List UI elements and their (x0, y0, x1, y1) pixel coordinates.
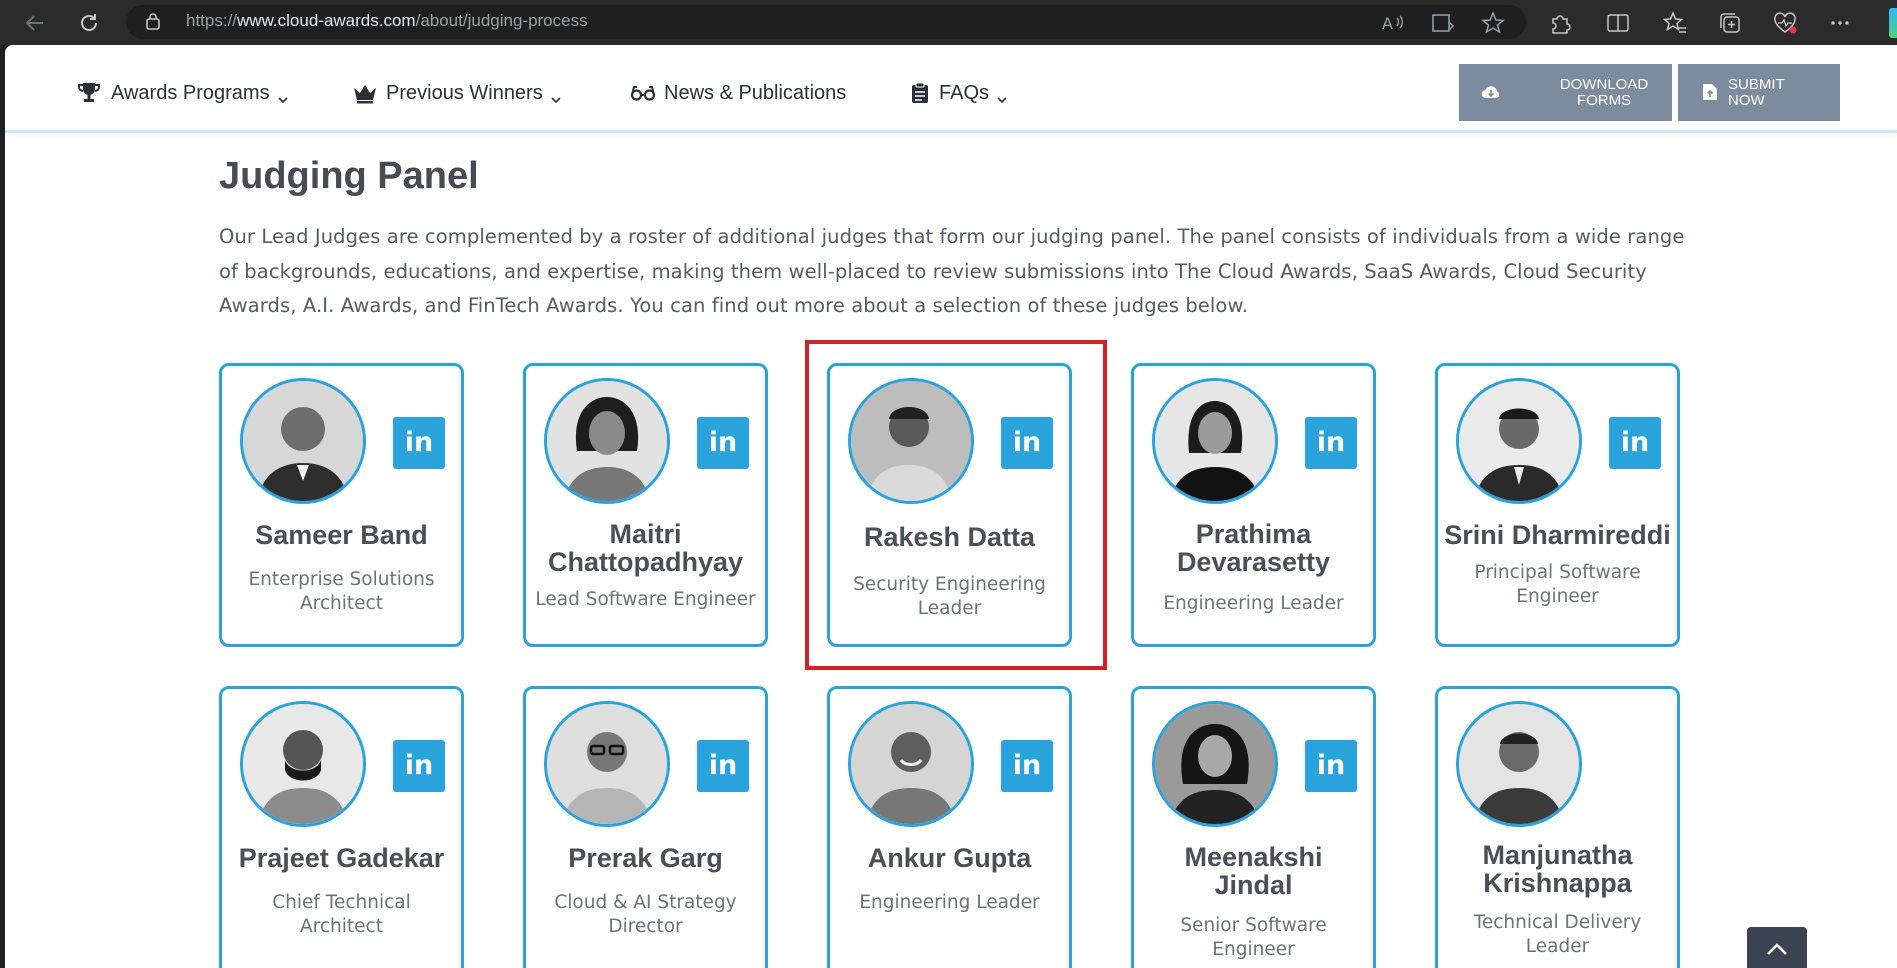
reload-icon[interactable] (75, 9, 103, 37)
judge-name: Prathima Devarasetty (1176, 519, 1331, 577)
url-text[interactable]: https://www.cloud-awards.com/about/judgi… (186, 11, 588, 31)
linkedin-icon[interactable]: in (393, 417, 445, 469)
judge-role: Enterprise Solutions Architect (248, 569, 435, 614)
download-label-2: FORMS (1576, 91, 1632, 109)
linkedin-icon[interactable]: in (1001, 740, 1053, 792)
judge-name: Ankur Gupta (867, 843, 1032, 873)
judge-card: in Meenakshi Jindal Senior Software Engine… (1131, 686, 1376, 968)
linkedin-icon[interactable]: in (697, 740, 749, 792)
judge-role: Technical Delivery Leader (1473, 912, 1642, 957)
chevron-down-icon (278, 88, 288, 104)
download-label-1: DOWNLOAD (1559, 75, 1649, 93)
judge-role: Senior Software Engineer (1180, 915, 1327, 960)
favorite-icon[interactable] (1480, 10, 1506, 36)
judge-photo (240, 378, 366, 504)
favorites-icon[interactable] (1662, 10, 1688, 36)
judge-name: Sameer Band (255, 520, 428, 550)
clipboard-icon (911, 82, 929, 104)
judge-role: Principal Software Engineer (1474, 562, 1641, 607)
extensions-icon[interactable] (1547, 10, 1573, 36)
highlight-box (805, 340, 1107, 670)
nav-awards-programs[interactable]: Awards Programs (77, 81, 288, 105)
judge-photo (848, 701, 974, 827)
nav-previous-winners[interactable]: Previous Winners (352, 81, 561, 105)
health-icon[interactable] (1772, 10, 1798, 36)
submit-label-2: NOW (1728, 91, 1765, 109)
linkedin-icon[interactable]: in (697, 417, 749, 469)
nav-faqs[interactable]: FAQs (911, 81, 1007, 105)
more-icon[interactable] (1827, 10, 1853, 36)
judge-photo (1152, 701, 1278, 827)
judge-card: in Sameer Band Enterprise Solutions Archi… (219, 363, 464, 647)
lock-icon[interactable] (146, 12, 160, 30)
judge-card: in Prerak Garg Cloud & AI Strategy Direct… (523, 686, 768, 968)
judge-photo (240, 701, 366, 827)
judge-photo (1456, 701, 1582, 827)
judge-photo (544, 701, 670, 827)
judge-name: Prajeet Gadekar (238, 843, 445, 873)
web-page: Awards Programs Previous Winners News & … (5, 45, 1897, 968)
judge-photo (1152, 378, 1278, 504)
url-prefix: https:// (186, 11, 238, 30)
judge-card: Manjunatha Krishnappa Technical Delivery L… (1435, 686, 1680, 968)
judge-card: in Maitri Chattopadhyay Lead Software Eng… (523, 363, 768, 647)
back-icon[interactable] (21, 9, 49, 37)
chevron-down-icon (551, 88, 561, 104)
trophy-icon (77, 82, 101, 104)
svg-text:A: A (1382, 14, 1393, 33)
url-host: www.cloud-awards.com (237, 11, 416, 30)
linkedin-icon[interactable]: in (393, 740, 445, 792)
judge-photo (544, 378, 670, 504)
page-title: Judging Panel (219, 155, 479, 197)
judge-role: Engineering Leader (1163, 593, 1344, 614)
linkedin-icon[interactable]: in (1305, 417, 1357, 469)
judge-name: Prerak Garg (568, 843, 723, 873)
read-aloud-icon[interactable]: A (1380, 10, 1406, 36)
judge-role: Lead Software Engineer (535, 589, 756, 610)
browser-toolbar: https://www.cloud-awards.com/about/judgi… (0, 0, 1897, 45)
judge-card: in Srini Dharmireddi Principal Software E… (1435, 363, 1680, 647)
submit-now-button[interactable]: SUBMIT NOW (1678, 64, 1840, 121)
cloud-download-icon (1481, 83, 1501, 101)
judge-card: in Ankur Gupta Engineering Leader (827, 686, 1072, 968)
judge-role: Engineering Leader (859, 892, 1040, 913)
site-header: Awards Programs Previous Winners News & … (5, 45, 1897, 133)
judge-name: Manjunatha Krishnappa (1482, 840, 1633, 898)
intro-paragraph: Our Lead Judges are complemented by a ro… (219, 225, 1685, 317)
judge-name: Maitri Chattopadhyay (547, 519, 744, 577)
chevron-down-icon (997, 88, 1007, 104)
file-upload-icon (1702, 83, 1718, 101)
judge-role: Cloud & AI Strategy Director (554, 892, 737, 937)
immersive-reader-icon[interactable] (1430, 10, 1456, 36)
split-screen-icon[interactable] (1605, 10, 1631, 36)
crown-icon (352, 82, 376, 104)
glasses-icon (630, 82, 656, 104)
linkedin-icon[interactable]: in (1305, 740, 1357, 792)
chevron-up-icon (1767, 943, 1787, 955)
nav-news-publications[interactable]: News & Publications (630, 81, 846, 105)
linkedin-icon[interactable]: in (1609, 417, 1661, 469)
nav-faqs-label: FAQs (939, 81, 990, 104)
download-forms-button[interactable]: DOWNLOAD FORMS (1459, 64, 1672, 121)
scroll-to-top-button[interactable] (1747, 927, 1807, 968)
judge-name: Srini Dharmireddi (1444, 520, 1671, 550)
url-path: /about/judging-process (415, 11, 588, 30)
judge-card: in Prajeet Gadekar Chief Technical Archit… (219, 686, 464, 968)
nav-news-publications-label: News & Publications (664, 81, 847, 104)
judge-photo (1456, 378, 1582, 504)
nav-previous-winners-label: Previous Winners (386, 81, 543, 104)
copilot-icon[interactable] (1889, 8, 1897, 38)
submit-label-1: SUBMIT (1728, 75, 1785, 93)
judge-card: in Prathima Devarasetty Engineering Leade… (1131, 363, 1376, 647)
nav-awards-programs-label: Awards Programs (111, 81, 270, 104)
collections-icon[interactable] (1717, 10, 1743, 36)
judge-name: Meenakshi Jindal (1184, 842, 1323, 900)
judge-role: Chief Technical Architect (272, 892, 411, 937)
